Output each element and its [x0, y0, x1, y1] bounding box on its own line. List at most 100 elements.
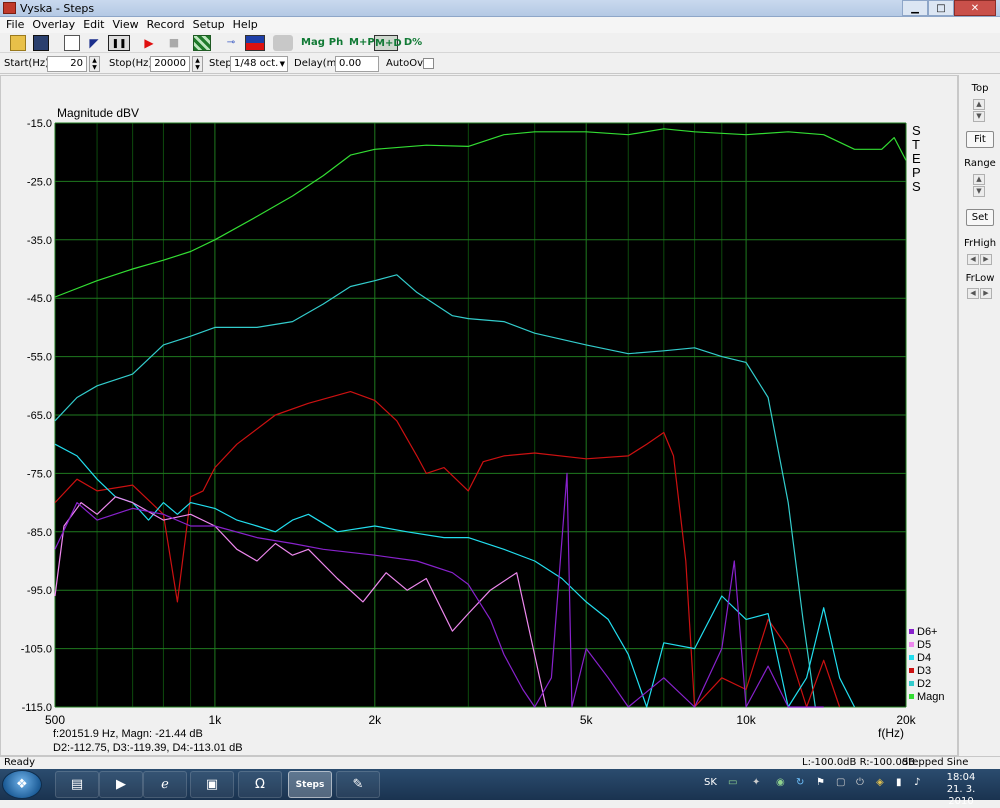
sync-tray-icon[interactable]: ↻: [796, 777, 804, 788]
step-select-value: 1/48 oct.: [234, 58, 279, 69]
maximize-button[interactable]: □: [928, 0, 954, 16]
window-controls: ▁ □ ✕: [902, 0, 996, 16]
copy-icon[interactable]: [64, 35, 80, 51]
step-label: Step: [209, 58, 232, 69]
menu-overlay[interactable]: Overlay: [30, 17, 81, 33]
delay-input[interactable]: 0.00: [335, 56, 379, 72]
generator-icon[interactable]: [273, 35, 293, 51]
x-tick-label: 5k: [580, 713, 594, 727]
parameters-bar: Start(Hz) 20 ▲ ▼ Stop(Hz) 20000 ▲ ▼ Step 1…: [0, 54, 1000, 74]
open-folder-icon[interactable]: [10, 35, 26, 51]
save-app-taskbar-icon[interactable]: ▣: [190, 771, 234, 798]
top-down-arrow-icon[interactable]: ▼: [973, 111, 985, 122]
legend-swatch: [909, 629, 914, 634]
app-tray-icon[interactable]: ✦: [752, 777, 760, 788]
stop-label: Stop(Hz): [109, 58, 153, 69]
monitor-tray-icon[interactable]: ▢: [836, 777, 845, 788]
frhigh-right-arrow-icon[interactable]: ▶: [980, 254, 992, 265]
x-tick-label: 1k: [209, 713, 223, 727]
frlow-label: FrLow: [965, 273, 995, 284]
network-tray-icon[interactable]: ◉: [776, 777, 785, 788]
volume-tray-icon[interactable]: ♪: [914, 777, 920, 788]
status-levels: L:-100.0dB R:-100.0dB: [802, 757, 916, 768]
power-tray-icon[interactable]: ⏻: [856, 777, 864, 788]
y-tick-label: -35.0: [27, 235, 52, 247]
stop-spinner[interactable]: ▲ ▼: [192, 56, 203, 72]
stop-input[interactable]: 20000: [150, 56, 190, 72]
steps-taskbar-label: Steps: [295, 780, 325, 790]
flag-tray-icon[interactable]: ⚑: [816, 777, 825, 788]
browser-taskbar-icon[interactable]: ℯ: [143, 771, 187, 798]
y-tick-label: -75.0: [27, 468, 52, 480]
charmap-taskbar-icon[interactable]: Ω: [238, 771, 282, 798]
menu-setup[interactable]: Setup: [191, 17, 231, 33]
status-bar: Ready L:-100.0dB R:-100.0dB Stepped Sine…: [0, 756, 1000, 779]
mag-button[interactable]: Mag: [301, 35, 325, 51]
x-tick-label: 20k: [896, 713, 916, 727]
set-button[interactable]: Set: [966, 209, 994, 226]
mag-phase-button[interactable]: M+P: [349, 35, 375, 51]
top-label: Top: [971, 83, 989, 94]
plot-panel: -15.0 -25.0 -35.0 -45.0 -55.0 -65.0 -75.0 -85.0…: [0, 75, 958, 756]
fit-button[interactable]: Fit: [966, 131, 994, 148]
paint-taskbar-icon[interactable]: ✎: [336, 771, 380, 798]
x-tick-label: 10k: [736, 713, 756, 727]
menu-record[interactable]: Record: [145, 17, 191, 33]
window-title: Vyska - Steps: [20, 2, 95, 15]
phase-button[interactable]: Ph: [328, 35, 344, 51]
pause-icon[interactable]: ❚❚: [108, 35, 130, 51]
range-down-arrow-icon[interactable]: ▼: [973, 186, 985, 197]
range-label: Range: [964, 158, 996, 169]
start-spinner[interactable]: ▲ ▼: [89, 56, 100, 72]
x-tick-label: 2k: [368, 713, 382, 727]
step-select[interactable]: 1/48 oct. ▼: [230, 56, 288, 72]
legend-label: D5: [917, 639, 931, 651]
y-tick-label: -45.0: [27, 293, 52, 305]
mode-letter: T: [912, 137, 920, 152]
stop-icon[interactable]: ■: [166, 35, 182, 51]
app-icon: [3, 2, 16, 14]
y-tick-label: -85.0: [27, 527, 52, 539]
menu-file[interactable]: File: [4, 17, 30, 33]
clock[interactable]: 18:04 21. 3. 2010: [936, 772, 986, 808]
save-icon[interactable]: [33, 35, 49, 51]
sweep-icon[interactable]: [193, 35, 211, 51]
probe-icon[interactable]: ⊸: [222, 35, 240, 51]
distortion-percent-button[interactable]: D%: [403, 35, 423, 51]
start-input[interactable]: 20: [47, 56, 87, 72]
magnitude-plot[interactable]: -15.0 -25.0 -35.0 -45.0 -55.0 -65.0 -75.0 -85.0…: [1, 76, 959, 757]
autoovr-checkbox[interactable]: [423, 58, 434, 69]
explorer-taskbar-icon[interactable]: ▤: [55, 771, 99, 798]
language-indicator[interactable]: SK: [704, 777, 717, 788]
clock-time: 18:04: [946, 772, 976, 783]
legend-label: D3: [917, 665, 931, 677]
top-up-arrow-icon[interactable]: ▲: [973, 99, 985, 110]
play-icon[interactable]: ▶: [141, 35, 157, 51]
menu-bar: File Overlay Edit View Record Setup Help: [0, 17, 1000, 33]
menu-help[interactable]: Help: [231, 17, 264, 33]
cursor-icon[interactable]: ◤: [86, 35, 102, 51]
mag-distortion-button[interactable]: M+D: [374, 35, 402, 51]
range-up-arrow-icon[interactable]: ▲: [973, 174, 985, 185]
media-player-taskbar-icon[interactable]: ▶: [99, 771, 143, 798]
minimize-button[interactable]: ▁: [902, 0, 928, 16]
mode-letter: S: [912, 123, 921, 138]
close-button[interactable]: ✕: [954, 0, 996, 16]
level-meter-icon[interactable]: [245, 35, 265, 51]
steps-taskbar-button[interactable]: Steps: [288, 771, 332, 798]
signal-tray-icon[interactable]: ▮: [896, 777, 902, 788]
frhigh-left-arrow-icon[interactable]: ◀: [967, 254, 979, 265]
frlow-right-arrow-icon[interactable]: ▶: [980, 288, 992, 299]
frhigh-label: FrHigh: [963, 238, 997, 249]
frlow-left-arrow-icon[interactable]: ◀: [967, 288, 979, 299]
menu-edit[interactable]: Edit: [81, 17, 110, 33]
right-control-panel: Top ▲ ▼ Fit Range ▲ ▼ Set FrHigh ◀ ▶ FrL…: [958, 75, 1000, 756]
start-button[interactable]: ❖: [2, 770, 42, 799]
mode-letter: P: [912, 165, 921, 180]
menu-view[interactable]: View: [111, 17, 145, 33]
legend-label: D6+: [917, 626, 938, 638]
legend-swatch: [909, 681, 914, 686]
security-tray-icon[interactable]: ◈: [876, 777, 884, 788]
cursor-readout-line1: f:20151.9 Hz, Magn: -21.44 dB: [53, 728, 203, 740]
battery-tray-icon[interactable]: ▭: [728, 777, 737, 788]
